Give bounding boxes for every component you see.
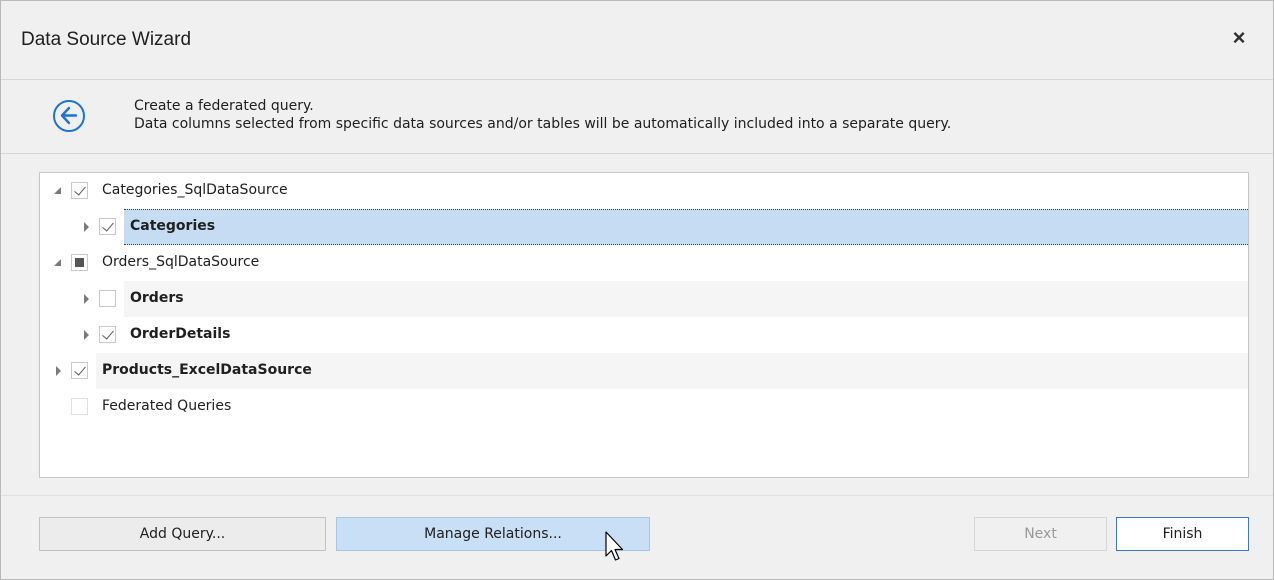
row-label: Categories_SqlDataSource: [102, 182, 288, 198]
row-label: Categories: [130, 218, 216, 234]
description-line-1: Create a federated query.: [134, 98, 314, 114]
row-background: [124, 209, 1248, 245]
row-label: Orders: [130, 290, 184, 306]
expand-arrow-icon[interactable]: [54, 365, 64, 377]
collapse-arrow-icon[interactable]: [54, 257, 64, 269]
row-background: [96, 389, 1248, 425]
row-background: [124, 317, 1248, 353]
close-icon[interactable]: ×: [1223, 23, 1255, 55]
window-title: Data Source Wizard: [21, 29, 192, 50]
tree-row[interactable]: Categories_SqlDataSource: [40, 173, 1248, 209]
tree-row[interactable]: Orders_SqlDataSource: [40, 245, 1248, 281]
add-query-button[interactable]: Add Query...: [39, 517, 326, 551]
row-background: [96, 245, 1248, 281]
row-checkbox[interactable]: [71, 362, 88, 379]
mouse-cursor-icon: [605, 531, 624, 561]
row-label: OrderDetails: [130, 326, 231, 342]
title-bar: Data Source Wizard ×: [1, 1, 1273, 79]
expand-arrow-icon[interactable]: [82, 221, 92, 233]
divider: [1, 79, 1273, 80]
tree-row[interactable]: Orders: [40, 281, 1248, 317]
expand-arrow-icon[interactable]: [82, 293, 92, 305]
row-checkbox[interactable]: [71, 182, 88, 199]
row-background: [124, 281, 1248, 317]
finish-button[interactable]: Finish: [1116, 517, 1249, 551]
row-label: Products_ExcelDataSource: [102, 362, 312, 378]
row-checkbox[interactable]: [99, 218, 116, 235]
row-checkbox[interactable]: [99, 326, 116, 343]
next-button[interactable]: Next: [974, 517, 1107, 551]
row-label: Orders_SqlDataSource: [102, 254, 260, 270]
data-source-wizard-dialog: Data Source Wizard × Create a federated …: [0, 0, 1274, 580]
row-label: Federated Queries: [102, 398, 232, 414]
divider: [1, 153, 1273, 154]
manage-relations-button[interactable]: Manage Relations...: [336, 517, 650, 551]
row-checkbox: [71, 398, 88, 415]
tree-row[interactable]: Products_ExcelDataSource: [40, 353, 1248, 389]
data-source-tree[interactable]: Categories_SqlDataSource Categories Orders…: [39, 172, 1249, 478]
wizard-description: Create a federated query. Data columns s…: [134, 97, 951, 133]
row-checkbox[interactable]: [71, 254, 88, 271]
expand-arrow-icon[interactable]: [82, 329, 92, 341]
tree-row[interactable]: Categories: [40, 209, 1248, 245]
collapse-arrow-icon[interactable]: [54, 185, 64, 197]
row-checkbox[interactable]: [99, 290, 116, 307]
description-line-2: Data columns selected from specific data…: [134, 116, 952, 132]
tree-row[interactable]: OrderDetails: [40, 317, 1248, 353]
back-arrow-circle-icon[interactable]: [53, 100, 85, 132]
tree-row[interactable]: Federated Queries: [40, 389, 1248, 425]
divider: [1, 495, 1273, 496]
